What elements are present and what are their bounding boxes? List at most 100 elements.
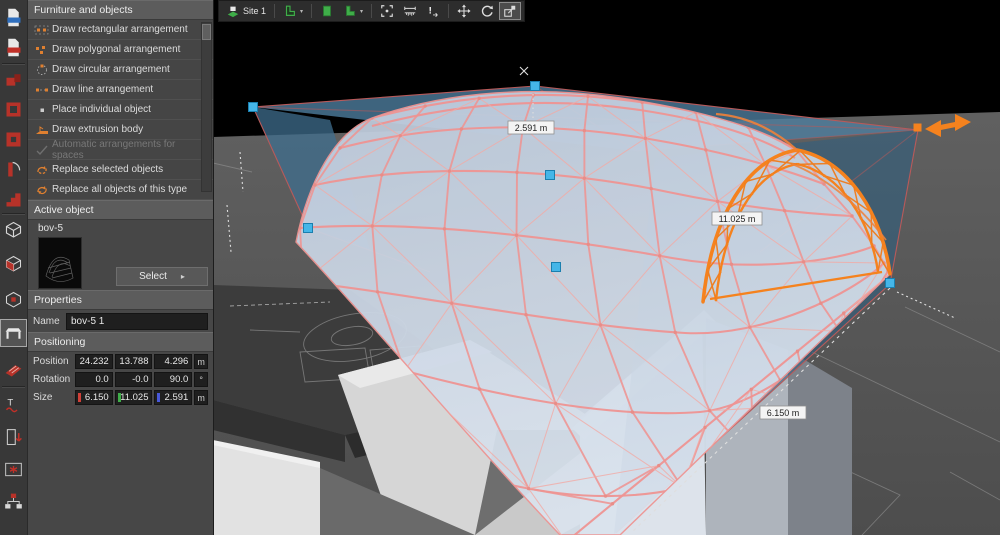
axis-x-chip [78, 393, 81, 402]
name-input[interactable] [66, 313, 208, 330]
rotate-icon [480, 4, 494, 18]
line-arrangement-icon [32, 84, 52, 96]
menu-item-individual[interactable]: Place individual object [28, 100, 213, 120]
menu-item-automatic[interactable]: Automatic arrangements for spaces [28, 140, 213, 160]
size-row: Size 6.150 11.025 2.591 m [28, 389, 213, 406]
svg-text:T: T [7, 397, 13, 408]
circle-arrangement-icon [32, 64, 52, 76]
menu-item-polygonal[interactable]: Draw polygonal arrangement [28, 40, 213, 60]
handle-top-right-orange[interactable] [914, 124, 922, 132]
hierarchy-icon[interactable] [1, 488, 26, 514]
menu-item-line[interactable]: Draw line arrangement [28, 80, 213, 100]
interactions-button[interactable]: ! [422, 2, 444, 20]
furniture-menu: Draw rectangular arrangement Draw polygo… [28, 20, 213, 200]
rotation-y-field[interactable]: -0.0 [115, 372, 153, 387]
layer-tool-button[interactable]: ▾ [339, 2, 367, 20]
handle-mid-upper[interactable] [546, 171, 555, 180]
move-icon [457, 4, 471, 18]
position-z-field[interactable]: 4.296 [154, 354, 192, 369]
green-square-icon [320, 4, 334, 18]
text-wave-icon[interactable]: T [1, 392, 26, 418]
cube-core-icon[interactable] [1, 286, 26, 312]
active-object-header: Active object [28, 200, 213, 220]
door-arrow-icon[interactable] [1, 424, 26, 450]
menu-item-rectangular[interactable]: Draw rectangular arrangement [28, 20, 213, 40]
door-icon[interactable] [1, 156, 26, 182]
menu-item-extrusion[interactable]: Draw extrusion body [28, 120, 213, 140]
position-y-field[interactable]: 13.788 [115, 354, 153, 369]
active-layer-button[interactable] [316, 2, 338, 20]
left-tool-strip: T [0, 0, 28, 535]
name-row: Name [28, 310, 213, 332]
wall-frame-icon[interactable] [1, 126, 26, 152]
move-tool-button[interactable] [453, 2, 475, 20]
site-icon [226, 4, 240, 18]
size-unit: m [194, 390, 208, 405]
measure-button[interactable] [399, 2, 421, 20]
level-select-button[interactable]: ▾ [279, 2, 307, 20]
handle-left-bottom[interactable] [304, 224, 313, 233]
auto-arrangement-icon [32, 144, 52, 156]
menu-scroll-thumb[interactable] [202, 24, 211, 40]
star-frame-icon[interactable] [1, 456, 26, 482]
menu-scrollbar[interactable] [201, 22, 212, 192]
vault-wireframe-thumbnail[interactable] [38, 237, 82, 289]
dwg-file-icon[interactable] [1, 4, 26, 30]
rotate-tool-button[interactable] [476, 2, 498, 20]
cube-outline-icon[interactable] [1, 216, 26, 242]
interact-icon: ! [426, 4, 440, 18]
single-object-icon [32, 104, 52, 116]
table-tool-icon[interactable] [1, 320, 26, 346]
box-red-face-icon[interactable] [1, 250, 26, 276]
axis-z-chip [157, 393, 160, 402]
position-x-field[interactable]: 24.232 [75, 354, 113, 369]
handle-mid-lower[interactable] [552, 263, 561, 272]
size-x-field[interactable]: 6.150 [75, 390, 113, 405]
menu-item-circular[interactable]: Draw circular arrangement [28, 60, 213, 80]
menu-item-replace-all[interactable]: Replace all objects of this type [28, 180, 213, 200]
scale-tool-button[interactable] [499, 2, 521, 20]
position-unit: m [194, 354, 208, 369]
chevron-down-icon: ▾ [300, 8, 303, 15]
replace-selected-icon [32, 164, 52, 176]
svg-text:6.150 m: 6.150 m [767, 408, 800, 418]
menu-item-replace-selected[interactable]: Replace selected objects [28, 160, 213, 180]
rotation-row: Rotation 0.0 -0.0 90.0 ° [28, 371, 213, 388]
handle-top-back[interactable] [531, 82, 540, 91]
panel-title: Furniture and objects [28, 0, 213, 20]
chevron-down-icon: ▾ [360, 8, 363, 15]
handle-right-bottom[interactable] [886, 279, 895, 288]
properties-header: Properties [28, 290, 213, 310]
rect-arrangement-icon [32, 24, 52, 36]
scale-icon [503, 4, 517, 18]
window-icon[interactable] [1, 96, 26, 122]
extrusion-icon [32, 124, 52, 136]
side-panel: Furniture and objects Draw rectangular a… [28, 0, 214, 535]
size-z-field[interactable]: 2.591 [154, 390, 192, 405]
rotation-z-field[interactable]: 90.0 [154, 372, 192, 387]
size-y-field[interactable]: 11.025 [115, 390, 153, 405]
measure-icon [403, 4, 417, 18]
positioning-header: Positioning [28, 332, 213, 352]
stairs-icon[interactable] [1, 186, 26, 212]
viewport-3d[interactable]: 2.591 m 11.025 m 6.150 m [213, 0, 1000, 535]
position-row: Position 24.232 13.788 4.296 m [28, 353, 213, 370]
level-outline-icon [283, 4, 297, 18]
handle-top-left[interactable] [249, 103, 258, 112]
chevron-right-icon: ▸ [181, 272, 185, 281]
active-object-name: bov-5 [38, 223, 63, 234]
carpet-icon[interactable] [1, 356, 26, 382]
site-button[interactable]: Site 1 [222, 2, 270, 20]
rotation-unit: ° [194, 372, 208, 387]
viewport-toolbar: Site 1 ▾ ▾ ! [218, 0, 525, 22]
svg-text:!: ! [429, 6, 432, 17]
polygon-arrangement-icon [32, 44, 52, 56]
dim-label-height: 2.591 m [508, 121, 554, 134]
axis-y-chip [118, 393, 121, 402]
zoom-fit-button[interactable] [376, 2, 398, 20]
dim-label-depth: 6.150 m [760, 406, 806, 419]
ifc-file-icon[interactable] [1, 34, 26, 60]
furniture-icon[interactable] [1, 66, 26, 92]
select-object-button[interactable]: Select ▸ [116, 267, 208, 286]
rotation-x-field[interactable]: 0.0 [75, 372, 113, 387]
